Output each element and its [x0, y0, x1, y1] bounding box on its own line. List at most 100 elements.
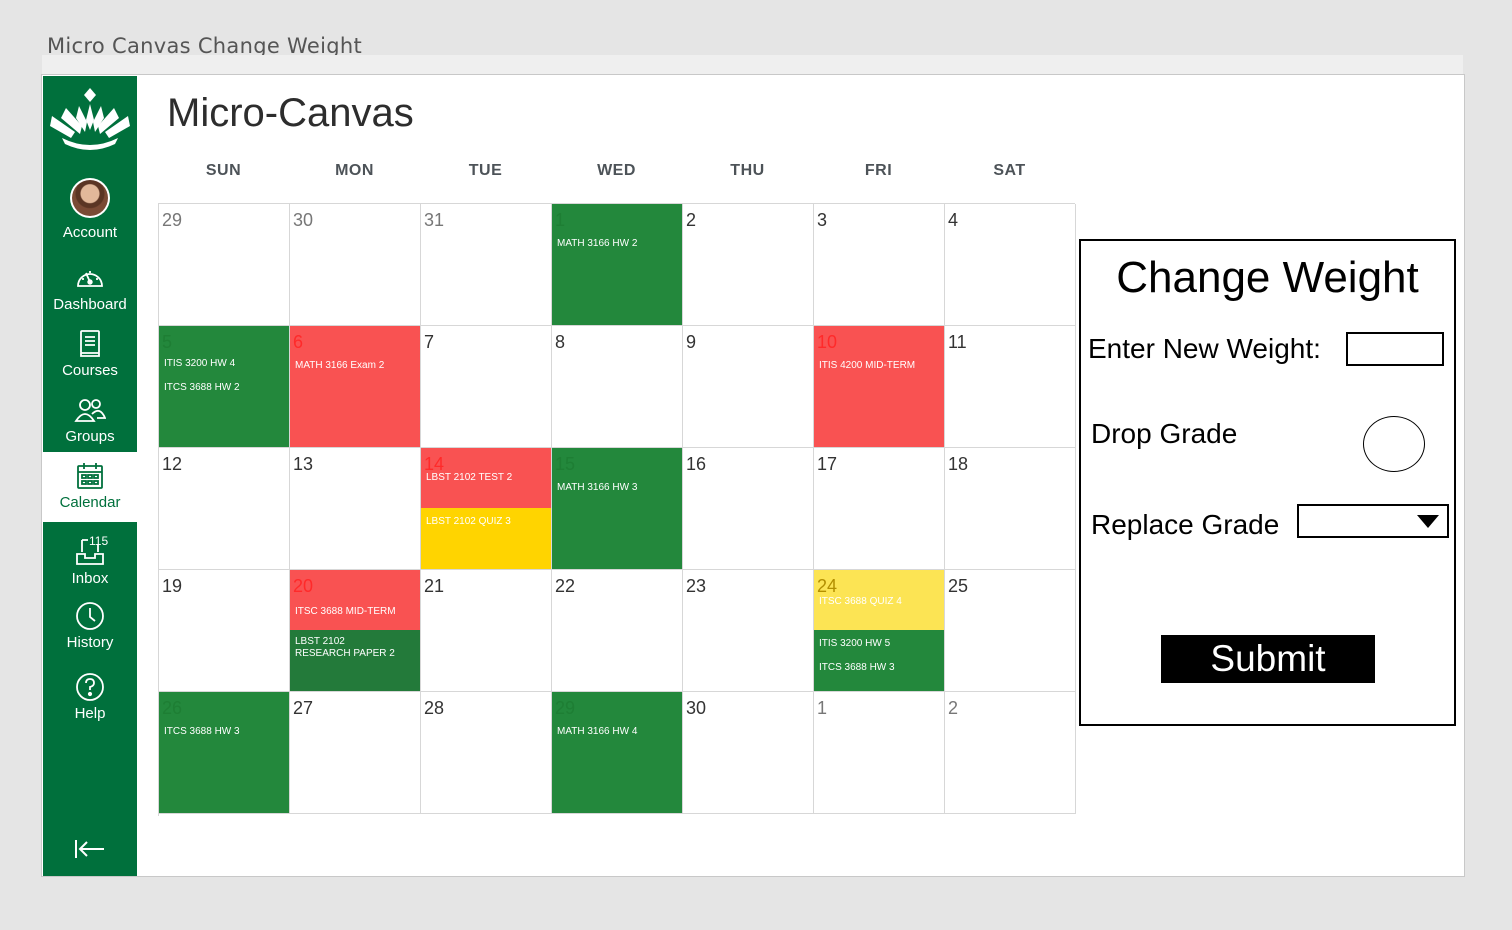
calendar-day-cell[interactable]: 4 [945, 204, 1076, 326]
calendar-day-cell[interactable]: 1 [814, 692, 945, 814]
calendar-day-cell[interactable]: 1 MATH 3166 HW 2 [552, 204, 683, 326]
calendar-day-cell[interactable]: 22 [552, 570, 683, 692]
calendar-event[interactable]: ITIS 3200 HW 5 [814, 638, 944, 650]
calendar-day-cell[interactable]: 29 MATH 3166 HW 4 [552, 692, 683, 814]
event-title: ITSC 3688 MID-TERM [295, 606, 396, 617]
calendar-day-cell[interactable]: 16 [683, 448, 814, 570]
calendar-day-cell[interactable]: 31 [421, 204, 552, 326]
calendar-event[interactable]: MATH 3166 HW 4 [552, 726, 682, 738]
weekday-header: TUE [468, 162, 503, 179]
day-number: 11 [948, 332, 967, 352]
calendar-day-cell[interactable]: 9 [683, 326, 814, 448]
calendar-day-cell[interactable]: 25 [945, 570, 1076, 692]
calendar-day-cell[interactable]: 29 [159, 204, 290, 326]
weekday-header: MON [335, 162, 374, 179]
weight-input[interactable] [1346, 332, 1444, 366]
submit-button[interactable]: Submit [1161, 635, 1375, 683]
day-number: 18 [948, 454, 969, 474]
day-number: 13 [293, 454, 314, 474]
calendar-day-cell[interactable]: 15 MATH 3166 HW 3 [552, 448, 683, 570]
app-window: Account Dashboard Courses Groups Calenda [41, 74, 1465, 877]
calendar-day-cell[interactable]: 3 [814, 204, 945, 326]
collapse-nav-icon[interactable] [73, 834, 107, 864]
nav-calendar[interactable]: Calendar [43, 452, 137, 522]
day-number: 2 [686, 210, 697, 230]
weekday-header: THU [730, 162, 765, 179]
avatar [70, 178, 110, 218]
nav-help-label: Help [74, 705, 106, 722]
calendar-event[interactable]: MATH 3166 HW 2 [552, 238, 682, 250]
event-title: LBST 2102 [295, 636, 345, 647]
nav-inbox[interactable]: 115 Inbox [43, 534, 137, 590]
calendar-day-cell[interactable]: 12 [159, 448, 290, 570]
calendar-event[interactable]: LBST 2102 TEST 2 [421, 472, 551, 484]
day-number: 30 [293, 210, 314, 230]
window-titlebar [42, 55, 1463, 75]
calendar-day-cell[interactable]: 6 MATH 3166 Exam 2 [290, 326, 421, 448]
calendar-day-cell[interactable]: 18 [945, 448, 1076, 570]
replace-grade-select[interactable] [1297, 504, 1449, 538]
event-title: ITCS 3688 HW 3 [164, 726, 240, 737]
event-title: ITCS 3688 HW 3 [819, 662, 895, 673]
event-title: ITIS 3200 HW 5 [819, 638, 891, 649]
calendar-day-cell[interactable]: 19 [159, 570, 290, 692]
day-number: 12 [162, 454, 183, 474]
calendar-event[interactable]: ITIS 4200 MID-TERM [814, 360, 944, 372]
calendar-day-cell[interactable]: 2 [945, 692, 1076, 814]
calendar-day-cell[interactable]: 2 [683, 204, 814, 326]
event-title: LBST 2102 QUIZ 3 [426, 516, 511, 527]
calendar-day-cell[interactable]: 21 [421, 570, 552, 692]
nav-courses-label: Courses [62, 362, 118, 379]
calendar-day-cell[interactable]: 10 ITIS 4200 MID-TERM [814, 326, 945, 448]
event-title: ITIS 3200 HW 4 [164, 358, 236, 369]
day-number: 31 [424, 210, 445, 230]
calendar-grid: 29 30 31 1 MATH 3166 HW 2 2 3 4 5 ITIS 3200 HW 4I… [158, 203, 1076, 816]
calendar-day-cell[interactable]: 27 [290, 692, 421, 814]
calendar-day-cell[interactable]: 7 [421, 326, 552, 448]
nav-help[interactable]: Help [43, 671, 137, 725]
calendar-day-cell[interactable]: 17 [814, 448, 945, 570]
calendar-event[interactable]: MATH 3166 Exam 2 [290, 360, 420, 372]
calendar-day-cell[interactable]: 24 ITSC 3688 QUIZ 4 ITIS 3200 HW 5 ITCS 368… [814, 570, 945, 692]
day-number: 19 [162, 576, 183, 596]
calendar-event[interactable]: LBST 2102 RESEARCH PAPER 2 [290, 636, 420, 660]
calendar-day-cell[interactable]: 14 LBST 2102 TEST 2 LBST 2102 QUIZ 3 [421, 448, 552, 570]
day-number: 5 [162, 332, 173, 352]
calendar-event[interactable]: ITCS 3688 HW 2 [159, 382, 289, 394]
calendar-event[interactable]: ITSC 3688 MID-TERM [290, 606, 420, 618]
day-number: 6 [293, 332, 304, 352]
day-number: 3 [817, 210, 828, 230]
calendar-event[interactable]: ITSC 3688 QUIZ 4 [814, 596, 944, 608]
day-number: 10 [817, 332, 838, 352]
day-number: 17 [817, 454, 838, 474]
calendar-day-cell[interactable]: 8 [552, 326, 683, 448]
calendar-event[interactable]: ITCS 3688 HW 3 [159, 726, 289, 738]
nav-history-label: History [66, 634, 114, 651]
drop-grade-radio[interactable] [1363, 416, 1425, 472]
drop-grade-label: Drop Grade [1091, 418, 1238, 449]
calendar-event[interactable]: MATH 3166 HW 3 [552, 482, 682, 494]
calendar-day-cell[interactable]: 23 [683, 570, 814, 692]
calendar-day-cell[interactable]: 5 ITIS 3200 HW 4 ITCS 3688 HW 2 [159, 326, 290, 448]
nav-history[interactable]: History [43, 600, 137, 654]
calendar-day-cell[interactable]: 30 [683, 692, 814, 814]
chevron-down-icon [1417, 515, 1439, 528]
calendar-day-cell[interactable]: 28 [421, 692, 552, 814]
calendar-day-cell[interactable]: 30 [290, 204, 421, 326]
day-number: 15 [555, 454, 576, 474]
calendar-day-cell[interactable]: 26 ITCS 3688 HW 3 [159, 692, 290, 814]
weekday-header: SAT [993, 162, 1026, 179]
weekday-header: WED [597, 162, 636, 179]
nav-account[interactable]: Account [43, 178, 137, 246]
calendar-event[interactable]: ITCS 3688 HW 3 [814, 662, 944, 674]
weight-label: Enter New Weight: [1088, 333, 1321, 364]
calendar-day-cell[interactable]: 20 ITSC 3688 MID-TERM LBST 2102 RESEARCH PA… [290, 570, 421, 692]
nav-dashboard[interactable]: Dashboard [43, 262, 137, 314]
calendar-event[interactable]: ITIS 3200 HW 4 [159, 358, 289, 370]
calendar-day-cell[interactable]: 11 [945, 326, 1076, 448]
calendar-event[interactable]: LBST 2102 QUIZ 3 [421, 516, 551, 528]
day-number: 2 [948, 698, 959, 718]
calendar-day-cell[interactable]: 13 [290, 448, 421, 570]
nav-courses[interactable]: Courses [43, 328, 137, 380]
nav-groups[interactable]: Groups [43, 394, 137, 446]
